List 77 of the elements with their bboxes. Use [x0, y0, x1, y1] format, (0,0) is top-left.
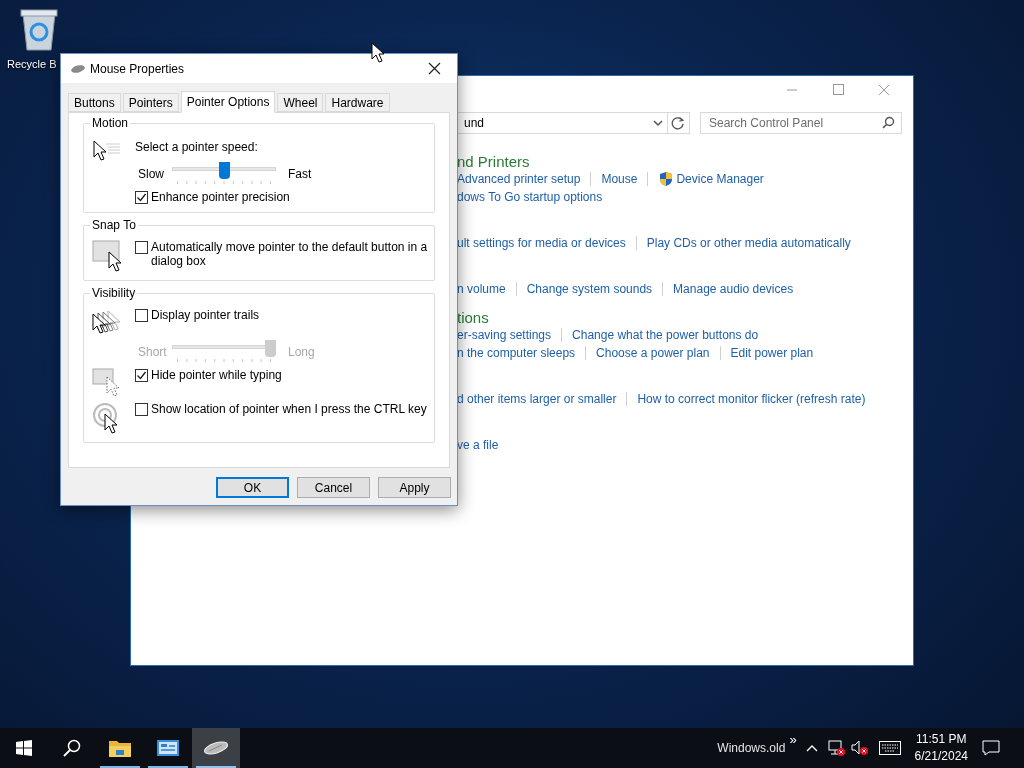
- date-text: 6/21/2024: [914, 748, 968, 765]
- check-icon: [136, 192, 147, 203]
- link[interactable]: er-saving settings: [457, 326, 552, 344]
- chevron-up-icon[interactable]: [804, 743, 819, 753]
- recycle-bin-icon: [19, 6, 59, 52]
- window-title: Mouse Properties: [90, 60, 186, 78]
- notification-icon[interactable]: [982, 740, 1000, 756]
- link[interactable]: Advanced printer setup: [457, 170, 581, 188]
- tab[interactable]: Wheel: [277, 93, 324, 112]
- toolbar-label[interactable]: Windows.old: [717, 739, 786, 757]
- link[interactable]: Edit power plan: [730, 344, 814, 362]
- network-error-icon[interactable]: [827, 740, 846, 756]
- checkbox-label[interactable]: Automatically move pointer to the default button in a dialog box: [151, 240, 436, 268]
- checkbox[interactable]: [135, 191, 148, 204]
- checkbox-label[interactable]: Hide pointer while typing: [151, 368, 436, 382]
- search-icon: [881, 116, 895, 130]
- group-title: Visibility: [90, 286, 138, 300]
- link[interactable]: n volume: [457, 280, 506, 298]
- keyboard-icon[interactable]: [878, 741, 901, 755]
- refresh-icon[interactable]: [668, 112, 690, 134]
- mouse-icon: [203, 741, 229, 755]
- link[interactable]: Manage audio devices: [673, 280, 794, 298]
- tab[interactable]: Pointer Options: [180, 91, 276, 113]
- checkbox[interactable]: [135, 403, 148, 416]
- dialog-button[interactable]: Cancel: [297, 477, 370, 498]
- link[interactable]: Choose a power plan: [596, 344, 710, 362]
- slider-max-label: Long: [288, 344, 315, 361]
- link[interactable]: Mouse: [601, 170, 638, 188]
- address-text: und: [464, 115, 486, 132]
- slider-label: Select a pointer speed:: [135, 139, 259, 156]
- link[interactable]: Play CDs or other media automatically: [646, 234, 851, 252]
- checkbox[interactable]: [135, 369, 148, 382]
- slider-max-label: Fast: [288, 166, 312, 183]
- link[interactable]: Device Manager: [676, 170, 764, 188]
- volume-muted-icon[interactable]: [850, 740, 869, 756]
- slider-min-label: Slow: [137, 166, 165, 183]
- link[interactable]: Change what the power buttons do: [572, 326, 759, 344]
- slider[interactable]: [172, 162, 276, 184]
- start-icon: [16, 740, 32, 756]
- link[interactable]: n the computer sleeps: [457, 344, 576, 362]
- clock[interactable]: 11:51 PM 6/21/2024: [914, 731, 968, 765]
- checkbox-label[interactable]: Enhance pointer precision: [151, 190, 436, 204]
- link[interactable]: ult settings for media or devices: [457, 234, 626, 252]
- checkbox-label[interactable]: Show location of pointer when I press the CTRL key: [151, 402, 436, 416]
- tab[interactable]: Pointers: [122, 93, 179, 112]
- tab[interactable]: Buttons: [68, 93, 121, 112]
- section-heading[interactable]: nd Printers: [457, 153, 530, 169]
- checkbox-label[interactable]: Display pointer trails: [151, 308, 436, 322]
- dialog-button[interactable]: Apply: [378, 477, 451, 498]
- icon-label[interactable]: Recycle B: [7, 56, 57, 73]
- taskbar-button[interactable]: [192, 728, 240, 768]
- time-text: 11:51 PM: [916, 731, 967, 748]
- checkbox[interactable]: [135, 309, 148, 322]
- folder-icon: [108, 738, 132, 758]
- slider-thumb[interactable]: [218, 162, 230, 179]
- check-icon: [136, 370, 147, 381]
- toolbar-overflow[interactable]: »: [789, 730, 797, 750]
- mouse-icon: [70, 63, 86, 74]
- tab[interactable]: Hardware: [325, 93, 390, 112]
- link[interactable]: ve a file: [457, 436, 499, 454]
- dialog-button[interactable]: OK: [216, 477, 289, 498]
- search-icon: [63, 739, 81, 757]
- section-heading[interactable]: tions: [457, 309, 489, 325]
- link[interactable]: Change system sounds: [526, 280, 653, 298]
- group-title: Snap To: [90, 218, 138, 232]
- link[interactable]: d other items larger or smaller: [457, 390, 617, 408]
- control-panel-icon: [156, 738, 180, 758]
- slider-min-label: Short: [137, 344, 168, 361]
- pointer-speed-icon: [92, 138, 122, 162]
- hide-pointer-icon: [92, 368, 122, 396]
- search-placeholder: Search Control Panel: [709, 115, 825, 132]
- group-title: Motion: [90, 116, 131, 130]
- link[interactable]: How to correct monitor flicker (refresh rate): [637, 390, 866, 408]
- snap-to-icon: [92, 240, 124, 272]
- search-field[interactable]: Search Control Panel: [700, 112, 902, 134]
- link[interactable]: dows To Go startup options: [457, 188, 603, 206]
- checkbox[interactable]: [135, 241, 148, 254]
